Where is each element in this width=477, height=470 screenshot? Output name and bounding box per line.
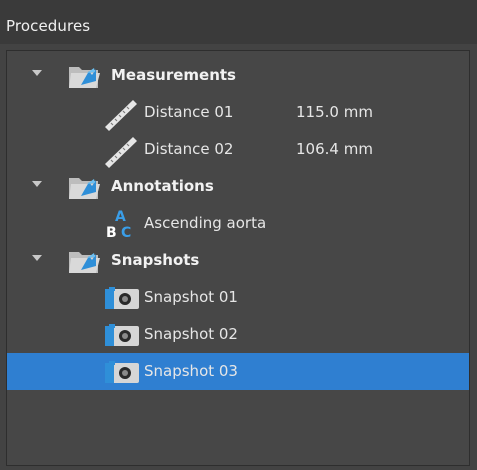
folder-icon — [69, 178, 100, 199]
ruler-icon — [105, 100, 137, 131]
panel-header: Procedures — [0, 0, 477, 44]
tree-group-label: Annotations — [111, 177, 214, 195]
tree-item-snapshot-03[interactable]: Snapshot 03 — [7, 353, 469, 390]
tree-group-measurements[interactable]: Measurements — [7, 57, 469, 94]
tree-item-snapshot-02[interactable]: Snapshot 02 — [7, 316, 469, 353]
tree-group-label: Snapshots — [111, 251, 200, 269]
chevron-down-icon[interactable] — [32, 255, 42, 261]
panel-title: Procedures — [6, 17, 91, 35]
camera-icon — [105, 361, 139, 383]
tree-item-label: Distance 02 — [144, 140, 234, 158]
tree-item-label: Snapshot 01 — [144, 288, 238, 306]
svg-text:B: B — [106, 225, 117, 241]
tree-group-annotations[interactable]: Annotations — [7, 168, 469, 205]
svg-text:A: A — [115, 209, 126, 225]
tree-item-distance-01[interactable]: Distance 01 115.0 mm — [7, 94, 469, 131]
folder-icon — [69, 67, 100, 88]
tree-group-snapshots[interactable]: Snapshots — [7, 242, 469, 279]
tree-item-label: Distance 01 — [144, 103, 234, 121]
measurement-value: 115.0 mm — [296, 103, 373, 121]
ruler-icon — [105, 137, 137, 168]
tree-item-label: Snapshot 03 — [144, 362, 238, 380]
camera-icon — [105, 324, 139, 346]
tree-item-label: Snapshot 02 — [144, 325, 238, 343]
chevron-down-icon[interactable] — [32, 70, 42, 76]
tree-group-label: Measurements — [111, 66, 236, 84]
procedures-tree: Measurements Distance 01 115.0 mm Distan… — [6, 50, 470, 466]
camera-icon — [105, 287, 139, 309]
folder-icon — [69, 252, 100, 273]
chevron-down-icon[interactable] — [32, 181, 42, 187]
text-annotation-icon: A B C — [106, 209, 131, 241]
measurement-value: 106.4 mm — [296, 140, 373, 158]
svg-text:C: C — [121, 225, 131, 241]
tree-item-snapshot-01[interactable]: Snapshot 01 — [7, 279, 469, 316]
tree-item-ascending-aorta[interactable]: A B C Ascending aorta — [7, 205, 469, 242]
tree-item-distance-02[interactable]: Distance 02 106.4 mm — [7, 131, 469, 168]
procedures-panel: Procedures Measurements Distance 01 115.… — [0, 0, 477, 470]
tree-item-label: Ascending aorta — [144, 214, 267, 232]
